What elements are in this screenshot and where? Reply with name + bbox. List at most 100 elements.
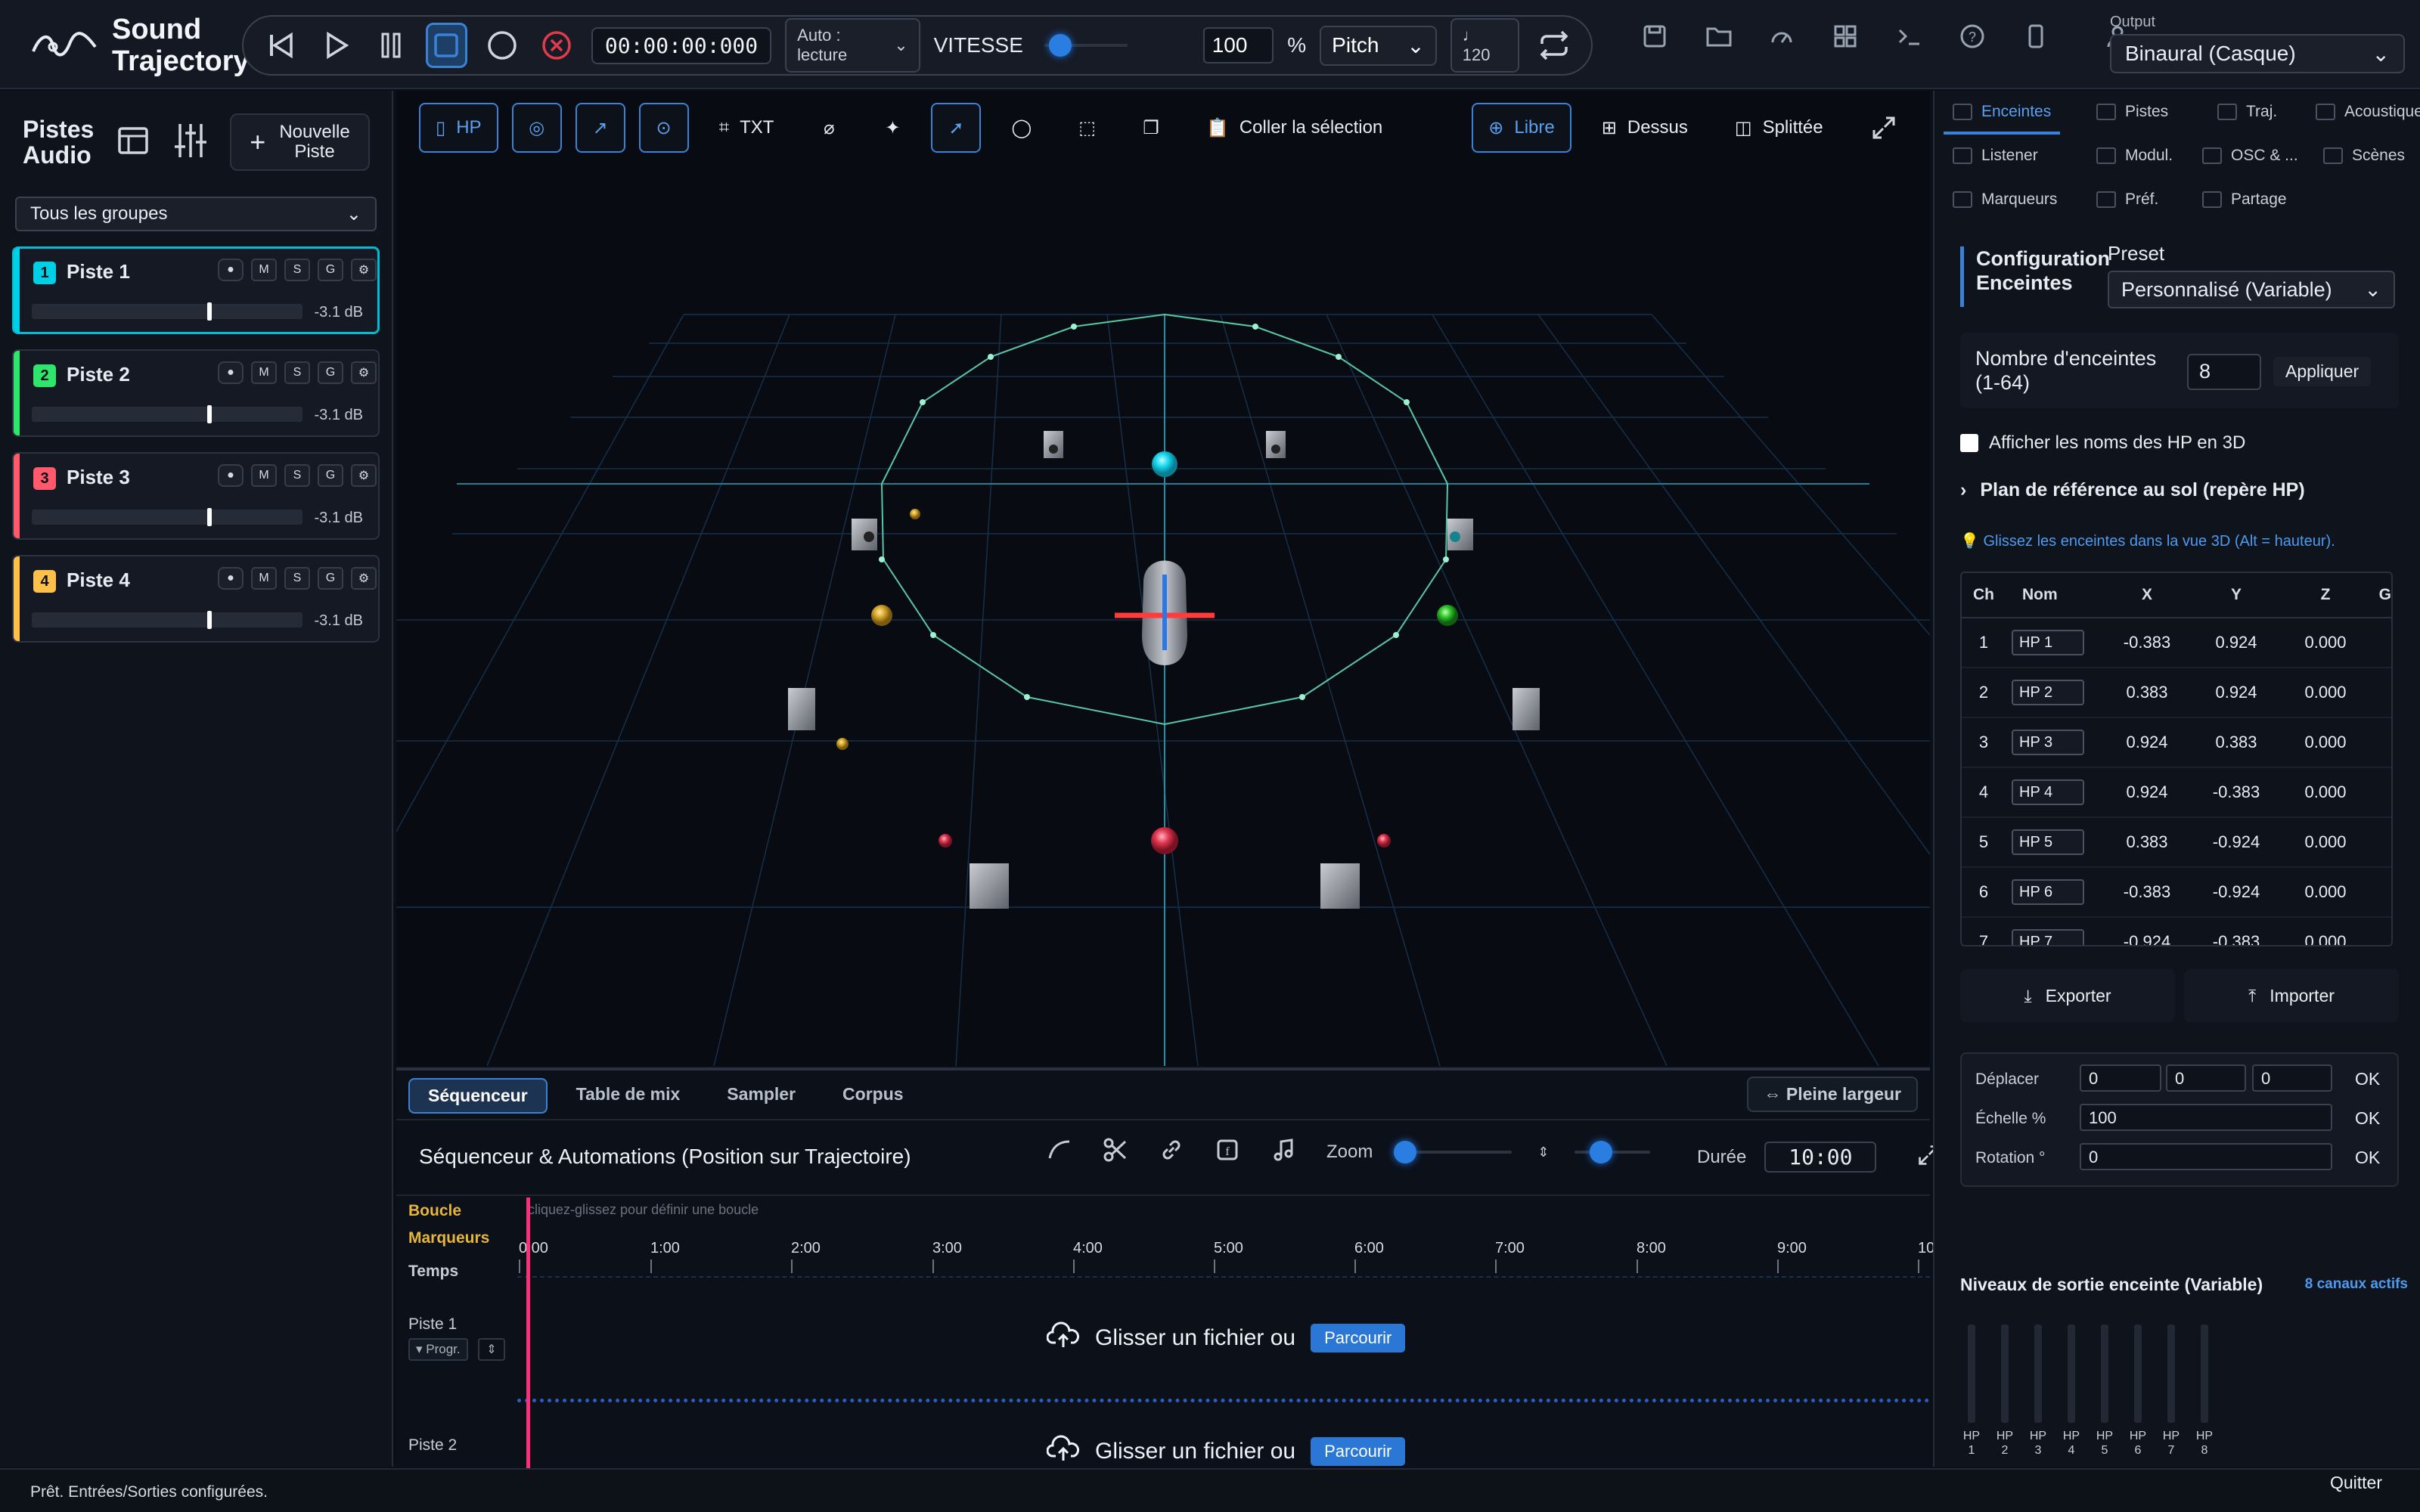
track-name[interactable]: Piste 4 [67,569,130,592]
solo-button[interactable]: S [284,567,310,590]
layout-view-button[interactable] [115,122,151,163]
box-select-button[interactable]: ⬚ [1062,103,1112,153]
lane-mode-select[interactable]: ▾ Progr. [408,1338,468,1361]
track-settings-button[interactable]: ⚙ [351,464,377,487]
full-width-button[interactable]: ⇔ Pleine largeur [1747,1077,1918,1112]
layout-button[interactable] [1832,23,1862,53]
speakers-tool-button[interactable]: ▯ HP [419,103,498,153]
speaker-row[interactable]: 5 HP 5 0.383 -0.924 0.000 [1962,818,2391,868]
vertical-zoom-handle[interactable] [1590,1141,1613,1163]
track-settings-button[interactable]: ⚙ [351,361,377,384]
volume-slider-handle[interactable] [207,405,212,423]
source-marker-red[interactable] [1151,827,1178,854]
scale-ok-button[interactable]: OK [2355,1108,2380,1129]
ground-plane-toggle[interactable]: › Plan de référence au sol (repère HP) [1960,479,2399,501]
track-name[interactable]: Piste 1 [67,260,130,284]
speaker-row[interactable]: 7 HP 7 -0.924 -0.383 0.000 [1962,918,2391,945]
drop-zone[interactable]: Glisser un fichier ou Parcourir [1046,1433,1406,1470]
preset-select[interactable]: Personnalisé (Variable) ⌄ [2108,271,2395,308]
tab-listener[interactable]: Listener [1953,147,2038,165]
speed-slider-handle[interactable] [1048,34,1072,57]
tab-modul[interactable]: Modul. [2096,147,2173,165]
stop-button[interactable] [425,23,468,68]
move-ok-button[interactable]: OK [2355,1069,2380,1089]
mute-button[interactable]: M [251,567,277,590]
tab-osc[interactable]: OSC & ... [2202,147,2298,165]
tab-sampler[interactable]: Sampler [709,1078,814,1114]
new-track-button[interactable]: + Nouvelle Piste [230,113,370,171]
play-button[interactable] [315,23,357,68]
volume-slider[interactable] [32,611,302,629]
top-view-button[interactable]: ⊞ Dessus [1585,103,1705,153]
link-button[interactable] [1159,1137,1189,1167]
tab-traj[interactable]: Traj. [2217,103,2277,121]
speaker-row[interactable]: 4 HP 4 0.924 -0.383 0.000 [1962,768,2391,818]
3d-scene[interactable] [396,91,1930,1066]
tab-mix-table[interactable]: Table de mix [558,1078,699,1114]
zoom-slider-handle[interactable] [1394,1141,1417,1163]
speed-slider[interactable] [1044,34,1128,57]
source-marker-small[interactable] [1377,834,1391,847]
track-card[interactable]: 4 Piste 4 ● M S G ⚙ -3.1 dB [12,555,380,643]
source-marker-small[interactable] [939,834,952,847]
speaker-name-input[interactable]: HP 5 [2012,829,2084,855]
speaker-z[interactable]: 0.000 [2281,882,2370,902]
speaker-name-input[interactable]: HP 4 [2012,779,2084,805]
time-ruler[interactable]: 0:00 1:00 2:00 3:00 4:00 5:00 6:00 7:00 8:00 9:00… [517,1240,1939,1275]
show-names-checkbox[interactable] [1960,434,1978,452]
speaker-z[interactable]: 0.000 [2281,683,2370,702]
arm-record-button[interactable]: ● [218,259,244,281]
source-marker-cyan[interactable] [1152,451,1177,477]
duration-input[interactable]: 10:00 [1764,1142,1877,1173]
3d-viewport[interactable]: ▯ HP ◎ ↗ ⊙ ⌗ TXT ⌀ ✦ ➚ ◯ ⬚ ❐ 📋 Coller la sé… [396,91,1930,1066]
timeline[interactable]: cliquez-glissez pour définir une boucle … [517,1198,1939,1477]
cut-button[interactable] [1103,1137,1133,1167]
speaker-count-input[interactable]: 8 [2187,354,2261,390]
track-card[interactable]: 3 Piste 3 ● M S G ⚙ -3.1 dB [12,452,380,540]
track-card[interactable]: 2 Piste 2 ● M S G ⚙ -3.1 dB [12,349,380,437]
open-button[interactable] [1705,23,1735,53]
speaker-name-input[interactable]: HP 2 [2012,680,2084,705]
speaker-model[interactable] [1447,519,1473,550]
rotation-input[interactable]: 0 [2080,1143,2332,1170]
volume-slider-handle[interactable] [207,611,212,629]
output-select[interactable]: Binaural (Casque) ⌄ [2110,34,2405,73]
speaker-model[interactable] [1044,431,1063,458]
source-marker-small[interactable] [910,509,920,519]
arm-record-button[interactable]: ● [218,361,244,384]
speaker-row[interactable]: 2 HP 2 0.383 0.924 0.000 [1962,668,2391,718]
source-marker-yellow[interactable] [871,605,892,626]
solo-button[interactable]: S [284,361,310,384]
move-y-input[interactable]: 0 [2166,1064,2246,1092]
tab-sc-nes[interactable]: Scènes [2323,147,2405,165]
loop-toggle-button[interactable] [1533,23,1575,68]
copy-button[interactable]: ❐ [1126,103,1176,153]
track-settings-button[interactable]: ⚙ [351,567,377,590]
speaker-y[interactable]: 0.383 [2192,733,2281,752]
speed-input[interactable]: 100 [1202,27,1274,64]
speaker-z[interactable]: 0.000 [2281,932,2370,945]
solo-button[interactable]: S [284,259,310,281]
speaker-z[interactable]: 0.000 [2281,782,2370,802]
scale-input[interactable]: 100 [2080,1104,2332,1131]
vertical-zoom-slider[interactable] [1575,1141,1651,1163]
group-filter-select[interactable]: Tous les groupes ⌄ [15,197,377,231]
select-tool-button[interactable]: ➚ [931,103,982,153]
browse-button[interactable]: Parcourir [1311,1437,1406,1466]
target-tool-button[interactable]: ◎ [511,103,562,153]
track-card[interactable]: 1 Piste 1 ● M S G ⚙ -3.1 dB [12,246,380,334]
effects-button[interactable]: ✦ [867,103,917,153]
import-button[interactable]: ⤒ Importer [2184,969,2399,1022]
maximize-viewport-button[interactable] [1871,115,1897,144]
speaker-model[interactable] [852,519,877,550]
skip-back-button[interactable] [260,23,302,68]
move-x-input[interactable]: 0 [2080,1064,2161,1092]
speaker-x[interactable]: 0.383 [2102,832,2192,852]
speaker-y[interactable]: 0.924 [2192,633,2281,652]
speaker-x[interactable]: 0.924 [2102,733,2192,752]
tab-sequencer[interactable]: Séquenceur [408,1078,548,1114]
speaker-z[interactable]: 0.000 [2281,733,2370,752]
pause-button[interactable] [371,23,412,68]
tab-enceintes[interactable]: Enceintes [1943,103,2061,135]
quit-button[interactable]: Quitter [2330,1473,2382,1493]
